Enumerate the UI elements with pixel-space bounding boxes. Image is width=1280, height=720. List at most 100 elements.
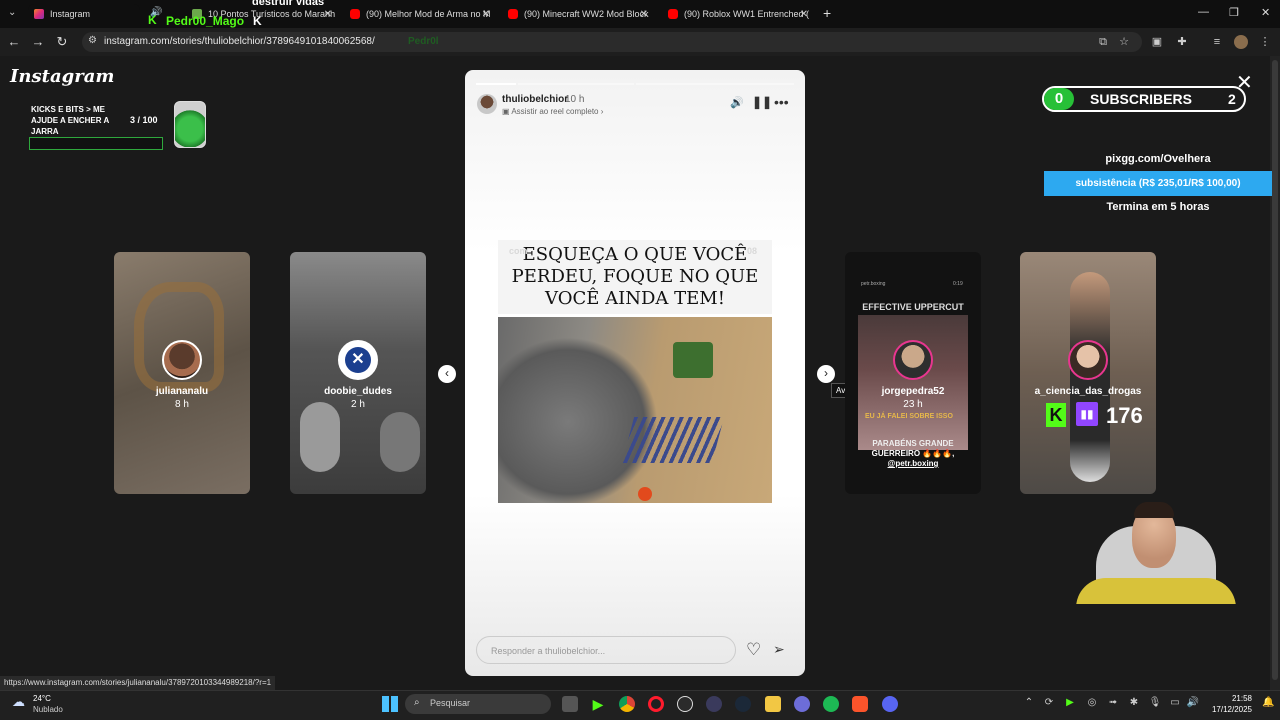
close-icon[interactable]: ✕ xyxy=(800,9,808,20)
story-avatar[interactable] xyxy=(477,94,497,114)
kick-icon: K xyxy=(1046,403,1066,427)
twitch-icon: ▮▮ xyxy=(1076,402,1098,426)
tab-label: Instagram xyxy=(50,9,91,19)
task-view-icon[interactable] xyxy=(562,696,578,712)
tray-arrow-icon[interactable]: ➟ xyxy=(1106,697,1120,708)
volume-tray-icon[interactable]: 🔊 xyxy=(1186,697,1200,708)
next-story-button[interactable]: › xyxy=(817,365,835,383)
story-bg-texture xyxy=(300,402,340,472)
puzzle-icon[interactable]: ✚ xyxy=(1175,35,1189,49)
harrow-shape xyxy=(621,417,725,463)
forward-icon[interactable]: → xyxy=(30,34,46,50)
discord-icon[interactable] xyxy=(882,696,898,712)
media-icon[interactable]: ≡ xyxy=(1210,35,1224,49)
close-icon[interactable]: ✕ xyxy=(324,9,332,20)
reload-icon[interactable]: ↻ xyxy=(54,34,70,50)
doobie-logo-icon: ✕ xyxy=(345,347,371,373)
close-window-button[interactable]: ✕ xyxy=(1261,6,1270,19)
tab-search-chevron-icon[interactable]: ⌄ xyxy=(8,7,16,18)
github-icon[interactable] xyxy=(677,696,693,712)
pix-ends-text: Termina em 5 horas xyxy=(1106,201,1210,213)
taskbar-search[interactable] xyxy=(405,694,551,714)
tab-minecraft-ww2[interactable]: (90) Minecraft WW2 Mod Block ✕ xyxy=(502,4,654,24)
main-story[interactable]: thuliobelchior 10 h ▣ Assistir ao reel c… xyxy=(465,70,805,676)
weather-icon[interactable]: ☁ xyxy=(12,694,25,710)
like-heart-icon[interactable]: ♡ xyxy=(746,640,761,660)
quote-ghost-left: com xyxy=(509,246,528,256)
new-tab-button[interactable]: + xyxy=(823,5,831,21)
story-card-jorgepedra52[interactable]: petr.boxing 0:19 EFFECTIVE UPPERCUT jorg… xyxy=(845,252,981,494)
story-time: 2 h xyxy=(351,399,365,410)
url-text[interactable]: instagram.com/stories/thuliobelchior/378… xyxy=(104,36,375,47)
story-caption-1: EU JÁ FALEI SOBRE ISSO xyxy=(865,413,953,420)
reel-link-label: Assistir ao reel completo xyxy=(511,107,599,116)
steam-icon[interactable] xyxy=(735,696,751,712)
microphone-icon[interactable]: 🎙 xyxy=(1148,697,1162,708)
app-icon[interactable] xyxy=(706,696,722,712)
kicks-jar-progress xyxy=(29,137,163,150)
tab-roblox-ww1[interactable]: (90) Roblox WW1 Entrenched ( ✕ xyxy=(662,4,814,24)
scrollbar-thumb[interactable] xyxy=(1272,60,1278,680)
close-icon[interactable]: ✕ xyxy=(640,9,648,20)
pause-icon[interactable]: ❚❚ xyxy=(752,95,772,109)
webcam-shirt xyxy=(1076,578,1236,604)
back-icon[interactable]: ← xyxy=(6,34,22,50)
prev-story-button[interactable]: ‹ xyxy=(438,365,456,383)
story-caption-2: PARABÉNS GRANDE xyxy=(872,439,954,448)
tab-instagram[interactable]: Instagram xyxy=(28,4,140,24)
overlay-kick-k: K xyxy=(148,13,157,27)
tray-kick-icon[interactable]: ▶ xyxy=(1063,697,1077,708)
tray-icon[interactable]: ◎ xyxy=(1085,697,1099,708)
volume-icon[interactable]: 🔊 xyxy=(730,96,744,109)
tab-bar: ⌄ Instagram 🔊 10 Pontos Turísticos do Ma… xyxy=(0,0,1280,28)
clock-time[interactable]: 21:58 xyxy=(1220,694,1252,703)
scrollbar[interactable] xyxy=(1270,56,1280,690)
chevron-up-icon[interactable]: ⌃ xyxy=(1022,697,1036,708)
kick-app-icon[interactable]: ▶ xyxy=(590,696,606,712)
avatar xyxy=(1068,340,1108,380)
story-card-juliananalu[interactable]: juliananalu 8 h xyxy=(114,252,250,494)
file-explorer-icon[interactable] xyxy=(765,696,781,712)
story-progress-segment xyxy=(518,83,634,85)
more-options-icon[interactable]: ••• xyxy=(774,94,789,110)
reply-input[interactable]: Responder a thuliobelchior... xyxy=(476,636,736,664)
brave-icon[interactable] xyxy=(852,696,868,712)
story-card-doobie-dudes[interactable]: ✕ doobie_dudes 2 h xyxy=(290,252,426,494)
close-icon[interactable]: ✕ xyxy=(482,9,490,20)
install-icon[interactable]: ⧉ xyxy=(1096,35,1110,49)
send-icon[interactable]: ➢ xyxy=(773,641,785,658)
minimize-button[interactable]: — xyxy=(1198,6,1209,18)
instagram-logo[interactable]: Instagram xyxy=(10,66,114,87)
overlay-name: Pedr00_Mago xyxy=(166,14,245,28)
site-info-icon[interactable]: ⚙ xyxy=(88,35,97,46)
youtube-icon xyxy=(508,9,518,19)
story-progress-segment xyxy=(636,83,794,85)
tab-label: (90) Melhor Mod de Arma no M xyxy=(366,9,491,19)
restore-button[interactable]: ❐ xyxy=(1229,6,1239,19)
weather-temp[interactable]: 24°C xyxy=(33,694,51,703)
opera-icon[interactable] xyxy=(648,696,664,712)
notifications-icon[interactable]: 🔔 xyxy=(1262,697,1274,708)
windows-start-icon[interactable] xyxy=(382,696,398,712)
tray-sync-icon[interactable]: ⟳ xyxy=(1042,697,1056,708)
watch-full-reel-link[interactable]: ▣ Assistir ao reel completo › xyxy=(502,107,603,116)
bookmark-star-icon[interactable]: ☆ xyxy=(1117,35,1131,49)
reel-icon: ▣ xyxy=(502,107,512,116)
tab-melhor-mod[interactable]: (90) Melhor Mod de Arma no M ✕ xyxy=(344,4,496,24)
network-icon[interactable]: ▭ xyxy=(1168,697,1182,708)
spotify-icon[interactable] xyxy=(823,696,839,712)
story-top-text: EFFECTIVE UPPERCUT xyxy=(862,302,964,312)
clock-date[interactable]: 17/12/2025 xyxy=(1206,705,1252,714)
story-username[interactable]: thuliobelchior xyxy=(502,94,568,105)
menu-icon[interactable]: ⋮ xyxy=(1258,35,1272,49)
story-card-a-ciencia-das-drogas[interactable]: a_ciencia_das_drogas K ▮▮ 176 xyxy=(1020,252,1156,494)
extension-icon[interactable]: ▣ xyxy=(1150,35,1164,49)
fire-shape xyxy=(638,487,652,501)
quote-ghost-right: 08 xyxy=(747,246,758,256)
chrome-icon[interactable] xyxy=(619,696,635,712)
profile-avatar[interactable] xyxy=(1234,35,1248,49)
story-header-left: petr.boxing xyxy=(861,281,886,287)
bluetooth-icon[interactable]: ✱ xyxy=(1127,697,1141,708)
audio-app-icon[interactable] xyxy=(794,696,810,712)
search-icon: ⌕ xyxy=(414,697,420,708)
